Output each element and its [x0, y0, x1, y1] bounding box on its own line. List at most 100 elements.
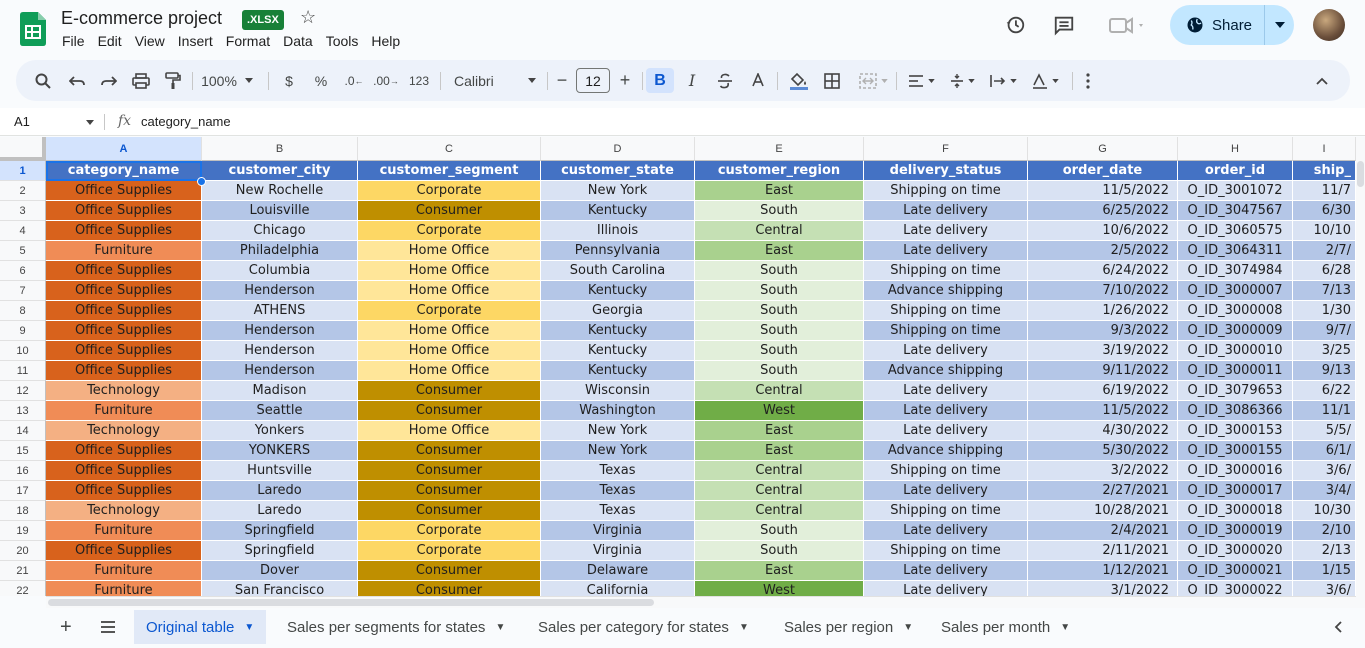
cell-customer-state[interactable]: Illinois [541, 221, 695, 241]
cell-customer-region[interactable]: South [695, 321, 864, 341]
column-header-f[interactable]: F [864, 137, 1028, 161]
cell-customer-city[interactable]: customer_city [202, 161, 358, 181]
cell-delivery-status[interactable]: Late delivery [864, 201, 1028, 221]
cell-ship-[interactable]: ship_ [1293, 161, 1356, 181]
cell-customer-state[interactable]: New York [541, 441, 695, 461]
cell-customer-segment[interactable]: Corporate [358, 181, 541, 201]
cell-customer-state[interactable]: Kentucky [541, 281, 695, 301]
cell-ship-[interactable]: 1/30 [1293, 301, 1356, 321]
cell-customer-city[interactable]: Dover [202, 561, 358, 581]
row-number[interactable]: 10 [0, 341, 46, 361]
cell-category-name[interactable]: Office Supplies [46, 541, 202, 561]
cell-category-name[interactable]: Furniture [46, 241, 202, 261]
cell-customer-segment[interactable]: Consumer [358, 481, 541, 501]
cell-customer-segment[interactable]: Corporate [358, 541, 541, 561]
cell-ship-[interactable]: 2/10 [1293, 521, 1356, 541]
cell-category-name[interactable]: Office Supplies [46, 261, 202, 281]
cell-delivery-status[interactable]: Advance shipping [864, 361, 1028, 381]
cell-order-date[interactable]: 11/5/2022 [1028, 181, 1178, 201]
row-number[interactable]: 22 [0, 581, 46, 596]
cell-order-id[interactable]: O_ID_3060575 [1178, 221, 1293, 241]
cell-customer-segment[interactable]: Consumer [358, 401, 541, 421]
cell-category-name[interactable]: Office Supplies [46, 181, 202, 201]
menu-insert[interactable]: Insert [178, 32, 219, 50]
cell-delivery-status[interactable]: Late delivery [864, 241, 1028, 261]
cell-category-name[interactable]: Furniture [46, 581, 202, 596]
cell-ship-[interactable]: 10/30 [1293, 501, 1356, 521]
cell-order-id[interactable]: O_ID_3000019 [1178, 521, 1293, 541]
row-number[interactable]: 8 [0, 301, 46, 321]
cell-order-id[interactable]: O_ID_3001072 [1178, 181, 1293, 201]
cell-ship-[interactable]: 11/7 [1293, 181, 1356, 201]
cell-ship-[interactable]: 11/1 [1293, 401, 1356, 421]
column-header-g[interactable]: G [1028, 137, 1178, 161]
zoom-select[interactable]: 100% [196, 68, 258, 93]
column-header-c[interactable]: C [358, 137, 541, 161]
cell-category-name[interactable]: Office Supplies [46, 441, 202, 461]
cell-ship-[interactable]: 3/6/ [1293, 461, 1356, 481]
row-number[interactable]: 18 [0, 501, 46, 521]
cell-order-date[interactable]: 11/5/2022 [1028, 401, 1178, 421]
cell-category-name[interactable]: Office Supplies [46, 281, 202, 301]
cell-category-name[interactable]: Technology [46, 501, 202, 521]
cell-customer-region[interactable]: East [695, 241, 864, 261]
cell-ship-[interactable]: 9/13 [1293, 361, 1356, 381]
row-number[interactable]: 1 [0, 161, 46, 181]
column-header-h[interactable]: H [1178, 137, 1293, 161]
cell-customer-region[interactable]: South [695, 521, 864, 541]
row-number[interactable]: 5 [0, 241, 46, 261]
cell-category-name[interactable]: Office Supplies [46, 481, 202, 501]
cell-customer-region[interactable]: Central [695, 221, 864, 241]
cell-customer-state[interactable]: South Carolina [541, 261, 695, 281]
tab-original-table[interactable]: Original table ▼ [134, 610, 267, 644]
cell-ship-[interactable]: 5/5/ [1293, 421, 1356, 441]
column-header-b[interactable]: B [202, 137, 358, 161]
horizontal-align-icon[interactable] [904, 68, 938, 93]
cell-delivery-status[interactable]: Shipping on time [864, 461, 1028, 481]
cell-customer-city[interactable]: Henderson [202, 361, 358, 381]
cell-order-date[interactable]: 9/3/2022 [1028, 321, 1178, 341]
spreadsheet-grid[interactable]: ABCDEFGHI 1 category_name customer_city cus… [0, 137, 1356, 596]
more-options-icon[interactable] [1080, 68, 1096, 93]
paint-format-icon[interactable] [162, 68, 184, 93]
chevron-down-icon[interactable] [86, 120, 94, 125]
cell-customer-city[interactable]: Laredo [202, 481, 358, 501]
tab-sales-per-month[interactable]: Sales per month ▼ [929, 610, 1082, 644]
cell-ship-[interactable]: 7/13 [1293, 281, 1356, 301]
cell-customer-region[interactable]: Central [695, 461, 864, 481]
cell-order-id[interactable]: O_ID_3074984 [1178, 261, 1293, 281]
cell-customer-state[interactable]: Texas [541, 501, 695, 521]
decrease-font-size-button[interactable]: − [553, 68, 571, 93]
cell-customer-city[interactable]: Henderson [202, 321, 358, 341]
cell-customer-state[interactable]: New York [541, 421, 695, 441]
cell-category-name[interactable]: Furniture [46, 561, 202, 581]
row-number[interactable]: 4 [0, 221, 46, 241]
cell-customer-region[interactable]: East [695, 441, 864, 461]
cell-order-id[interactable]: O_ID_3000021 [1178, 561, 1293, 581]
cell-customer-region[interactable]: East [695, 561, 864, 581]
cell-delivery-status[interactable]: Shipping on time [864, 301, 1028, 321]
cell-customer-segment[interactable]: Home Office [358, 321, 541, 341]
cell-order-id[interactable]: O_ID_3047567 [1178, 201, 1293, 221]
row-number[interactable]: 21 [0, 561, 46, 581]
chevron-down-icon[interactable]: ▼ [244, 622, 254, 633]
chevron-down-icon[interactable]: ▼ [495, 622, 505, 633]
cell-customer-region[interactable]: South [695, 201, 864, 221]
row-number[interactable]: 12 [0, 381, 46, 401]
font-size-input[interactable]: 12 [576, 68, 610, 93]
tab-sales-per-region[interactable]: Sales per region ▼ [772, 610, 925, 644]
cell-customer-city[interactable]: Louisville [202, 201, 358, 221]
italic-button[interactable]: I [682, 68, 702, 93]
cell-delivery-status[interactable]: Late delivery [864, 521, 1028, 541]
row-number[interactable]: 11 [0, 361, 46, 381]
cell-order-date[interactable]: 3/19/2022 [1028, 341, 1178, 361]
cell-customer-region[interactable]: East [695, 181, 864, 201]
cell-ship-[interactable]: 6/1/ [1293, 441, 1356, 461]
text-rotation-icon[interactable] [1028, 68, 1062, 93]
cell-customer-segment[interactable]: Corporate [358, 301, 541, 321]
cell-customer-segment[interactable]: Consumer [358, 381, 541, 401]
cell-order-id[interactable]: O_ID_3000155 [1178, 441, 1293, 461]
cell-customer-state[interactable]: Kentucky [541, 321, 695, 341]
print-icon[interactable] [130, 68, 152, 93]
tab-sales-per-segments-for-states[interactable]: Sales per segments for states ▼ [275, 610, 517, 644]
